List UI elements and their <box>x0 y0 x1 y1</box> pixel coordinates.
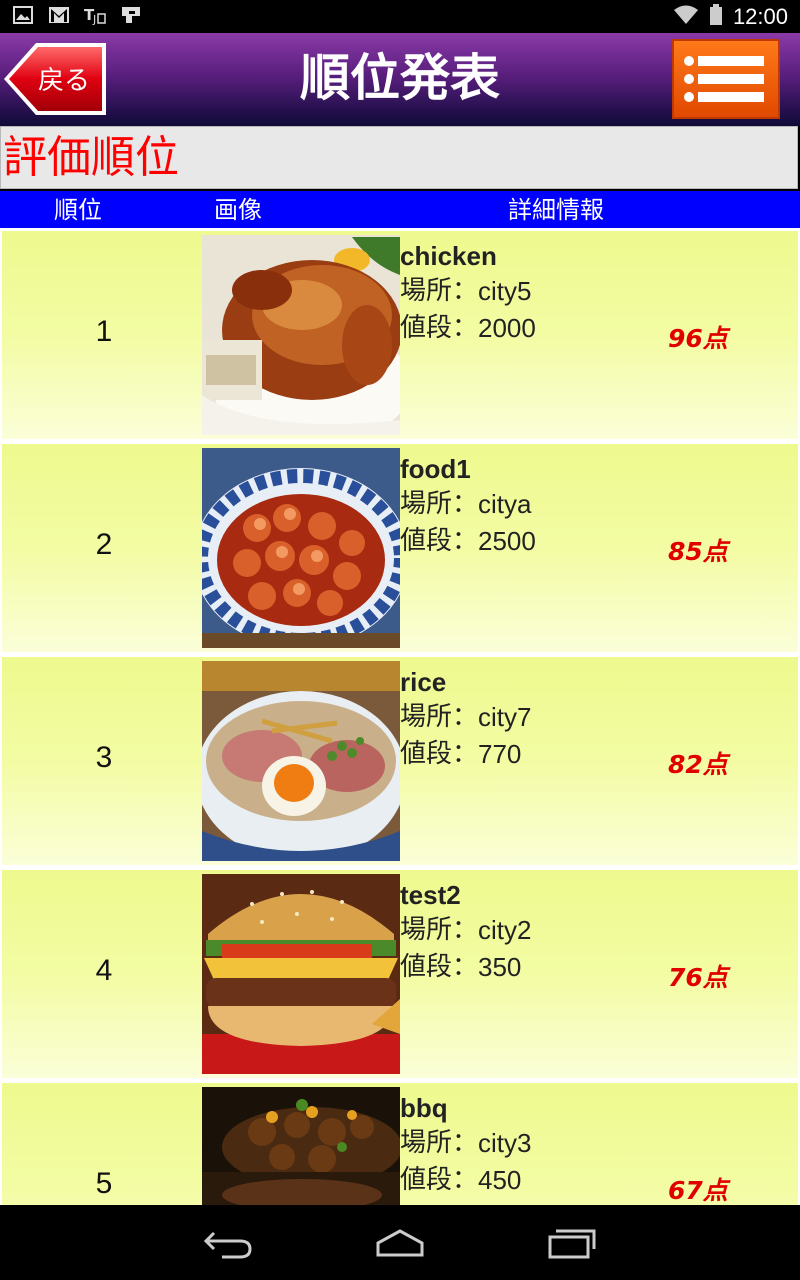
item-score: 67点 <box>668 1176 728 1205</box>
item-details: bbq 場所： city3 値段： 450 <box>400 1091 531 1199</box>
gallery-notification-icon <box>12 5 34 25</box>
column-rank: 順位 <box>54 196 102 224</box>
item-score: 82点 <box>668 750 728 779</box>
price-label: 値段： <box>400 526 479 556</box>
rank-number: 4 <box>95 954 113 987</box>
column-header: 順位 画像 詳細情報 <box>0 191 800 228</box>
location-label: 場所： <box>400 702 479 732</box>
item-name: chicken <box>400 241 497 271</box>
item-price: 350 <box>478 952 522 982</box>
gmail-notification-icon <box>48 5 70 25</box>
item-score: 85点 <box>668 537 728 566</box>
food-image-roast-chicken <box>202 235 400 435</box>
menu-button[interactable] <box>672 39 780 119</box>
list-item[interactable]: 3 rice 場所： city7 値段： 770 82点 <box>2 657 798 865</box>
food-image-shrimp-chili <box>202 448 400 648</box>
food-image-ramen-bowl <box>202 661 400 861</box>
list-item[interactable]: 5 bbq 場所： city3 値段： 450 67点 <box>2 1083 798 1205</box>
battery-icon <box>709 4 723 30</box>
clock: 12:00 <box>732 4 788 29</box>
item-location: citya <box>478 489 532 519</box>
nav-recents-icon[interactable] <box>542 1225 602 1261</box>
item-score: 96点 <box>668 324 728 353</box>
price-label: 値段： <box>400 952 479 982</box>
item-price: 2500 <box>478 526 536 556</box>
wifi-icon <box>673 5 699 29</box>
item-score: 76点 <box>668 963 728 992</box>
list-item[interactable]: 4 test2 場所： city2 値段： 350 76点 <box>2 870 798 1078</box>
nav-back-icon[interactable] <box>200 1225 260 1261</box>
svg-text:J: J <box>92 13 96 25</box>
column-details: 詳細情報 <box>508 196 604 224</box>
app-notification-icon <box>120 5 142 25</box>
item-details: test2 場所： city2 値段： 350 <box>400 878 531 986</box>
item-location: city3 <box>478 1128 532 1158</box>
location-label: 場所： <box>400 489 479 519</box>
list-item[interactable]: 1 chicken 場所： city5 値段： 2000 96点 <box>2 231 798 439</box>
item-location: city2 <box>478 915 532 945</box>
list-item[interactable]: 2 food1 場所： citya 値段： 2500 85点 <box>2 444 798 652</box>
item-name: test2 <box>400 880 461 910</box>
section-title: 評価順位 <box>3 132 179 183</box>
section-title-bar: 評価順位 <box>0 126 798 189</box>
system-nav-bar <box>0 1205 800 1280</box>
item-details: chicken 場所： city5 値段： 2000 <box>400 239 536 347</box>
item-details: food1 場所： citya 値段： 2500 <box>400 452 536 560</box>
rank-number: 2 <box>95 528 113 561</box>
app-header: 戻る 順位発表 <box>0 33 800 126</box>
rank-number: 1 <box>95 315 113 348</box>
status-bar: TJ 12:00 <box>0 0 800 33</box>
price-label: 値段： <box>400 313 479 343</box>
item-location: city5 <box>478 276 532 306</box>
item-name: rice <box>400 667 447 697</box>
nav-home-icon[interactable] <box>370 1225 430 1261</box>
food-image-bbq-skewers <box>202 1087 400 1205</box>
tv-tuner-notification-icon: TJ <box>84 5 106 25</box>
price-label: 値段： <box>400 1165 479 1195</box>
location-label: 場所： <box>400 915 479 945</box>
food-image-hamburger <box>202 874 400 1074</box>
ranking-list: 1 chicken 場所： city5 値段： 2000 96点 2 food1… <box>0 228 800 1205</box>
location-label: 場所： <box>400 276 479 306</box>
item-price: 770 <box>478 739 522 769</box>
item-name: bbq <box>400 1093 448 1123</box>
column-image: 画像 <box>214 196 262 224</box>
item-details: rice 場所： city7 値段： 770 <box>400 665 531 773</box>
rank-number: 5 <box>95 1167 113 1200</box>
item-price: 2000 <box>478 313 536 343</box>
rank-number: 3 <box>95 741 113 774</box>
item-name: food1 <box>400 454 471 484</box>
item-price: 450 <box>478 1165 522 1195</box>
location-label: 場所： <box>400 1128 479 1158</box>
item-location: city7 <box>478 702 532 732</box>
price-label: 値段： <box>400 739 479 769</box>
